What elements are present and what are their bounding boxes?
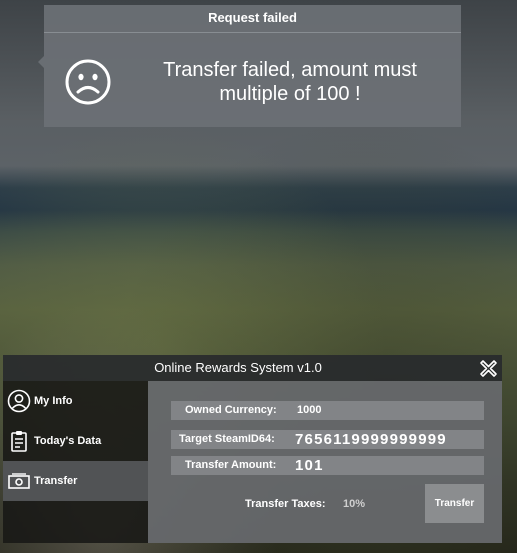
transfer-taxes-label: Transfer Taxes: xyxy=(245,498,326,510)
notification-message-line1: Transfer failed, amount must xyxy=(163,59,417,81)
banknote-icon xyxy=(8,473,30,489)
notification-pointer xyxy=(38,56,44,68)
sidebar-item-my-info[interactable]: My Info xyxy=(3,381,148,421)
close-icon[interactable] xyxy=(479,359,498,378)
clipboard-icon xyxy=(11,431,27,452)
notification-message-line2: multiple of 100 ! xyxy=(219,83,361,105)
target-steamid-value: 7656119999999999 xyxy=(295,431,447,448)
sad-face-icon xyxy=(65,59,111,105)
owned-currency-label: Owned Currency: xyxy=(185,404,277,416)
sidebar-item-label: Transfer xyxy=(34,475,78,487)
rewards-panel: Online Rewards System v1.0 My Info Today… xyxy=(3,355,502,543)
sidebar-item-label: My Info xyxy=(34,395,73,407)
transfer-form: Owned Currency: 1000 Target SteamID64: 7… xyxy=(148,381,502,543)
transfer-amount-label: Transfer Amount: xyxy=(185,459,277,471)
sidebar-item-label: Today's Data xyxy=(34,435,102,447)
transfer-amount-input[interactable]: Transfer Amount: 101 xyxy=(171,456,484,475)
panel-sidebar: My Info Today's Data Transfer xyxy=(3,381,148,543)
target-steamid-input[interactable]: Target SteamID64: 7656119999999999 xyxy=(171,430,484,449)
transfer-button[interactable]: Transfer xyxy=(425,484,484,523)
owned-currency-field: Owned Currency: 1000 xyxy=(171,401,484,420)
owned-currency-value: 1000 xyxy=(297,404,322,416)
panel-title: Online Rewards System v1.0 xyxy=(154,360,322,375)
notification-title: Request failed xyxy=(44,5,461,33)
transfer-taxes-value: 10% xyxy=(343,498,366,510)
user-circle-icon xyxy=(7,389,31,413)
panel-titlebar: Online Rewards System v1.0 xyxy=(3,355,502,381)
target-steamid-label: Target SteamID64: xyxy=(179,433,275,445)
notification-message: Transfer failed, amount must multiple of… xyxy=(130,58,450,106)
sidebar-item-transfer[interactable]: Transfer xyxy=(3,461,148,501)
sidebar-item-todays-data[interactable]: Today's Data xyxy=(3,421,148,461)
transfer-amount-value: 101 xyxy=(295,457,324,474)
error-notification: Request failed Transfer failed, amount m… xyxy=(38,5,461,127)
